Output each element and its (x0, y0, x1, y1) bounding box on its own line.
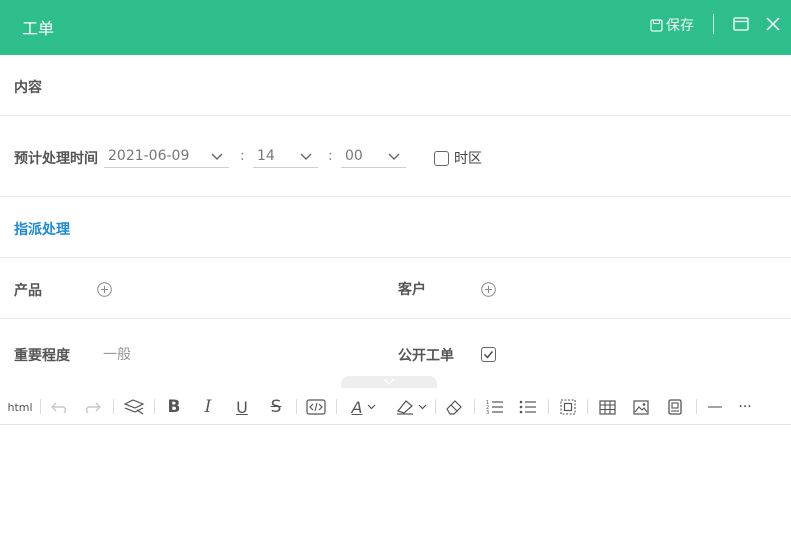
redo-button[interactable] (82, 397, 102, 417)
add-product-icon[interactable] (97, 282, 112, 297)
collapse-toggle[interactable] (341, 376, 437, 388)
font-color-icon: A (351, 397, 363, 417)
eraser-icon (446, 400, 462, 415)
chevron-down-icon (418, 404, 427, 410)
toolbar-divider (696, 399, 697, 414)
video-icon (668, 399, 682, 415)
table-icon (598, 399, 616, 415)
close-icon[interactable] (765, 16, 781, 32)
minute-select[interactable]: 00 (341, 144, 406, 168)
editor-toolbar: html B I U S A 123 ··· (0, 388, 791, 425)
video-button[interactable] (664, 397, 686, 417)
minute-value: 00 (345, 148, 363, 164)
maximize-icon[interactable] (733, 17, 749, 31)
highlight-icon (396, 400, 413, 415)
image-button[interactable] (630, 397, 652, 417)
hour-select[interactable]: 14 (253, 144, 318, 168)
schedule-row: 预计处理时间 2021-06-09 : 14 : 00 时区 (0, 116, 791, 197)
toolbar-divider (296, 399, 297, 414)
unordered-list-icon (519, 400, 536, 414)
content-row: 内容 (0, 55, 791, 116)
time-separator: : (328, 148, 333, 164)
toolbar-divider (474, 399, 475, 414)
toolbar-divider (154, 399, 155, 414)
font-color-button[interactable]: A (347, 397, 381, 417)
hour-value: 14 (257, 148, 275, 164)
public-label: 公开工单 (398, 348, 454, 364)
strikethrough-button[interactable]: S (265, 397, 287, 417)
more-button[interactable]: ··· (734, 397, 756, 417)
product-customer-row: 产品 客户 (0, 258, 791, 319)
clear-format-button[interactable] (122, 397, 146, 417)
svg-text:3: 3 (486, 410, 489, 415)
chevron-down-icon (383, 378, 395, 386)
italic-button[interactable]: I (197, 397, 219, 417)
save-label: 保存 (666, 18, 694, 34)
date-value: 2021-06-09 (108, 148, 190, 164)
save-icon (650, 18, 663, 32)
html-mode-label: html (7, 400, 33, 414)
check-icon (484, 351, 494, 359)
timezone-label: 时区 (454, 151, 482, 167)
html-mode-button[interactable]: html (7, 397, 33, 417)
code-button[interactable] (305, 397, 327, 417)
horizontal-rule-icon (708, 406, 722, 408)
ordered-list-icon: 123 (486, 400, 503, 415)
undo-button[interactable] (50, 397, 70, 417)
content-label: 内容 (14, 80, 42, 96)
toolbar-divider (336, 399, 337, 414)
select-all-button[interactable] (557, 397, 579, 417)
underline-button[interactable]: U (231, 397, 253, 417)
eraser-button[interactable] (443, 397, 465, 417)
public-checkbox[interactable] (481, 347, 496, 362)
toolbar-divider (587, 399, 588, 414)
add-customer-icon[interactable] (481, 282, 496, 297)
priority-label: 重要程度 (14, 348, 70, 364)
product-label: 产品 (14, 283, 42, 299)
priority-value[interactable]: 一般 (103, 344, 131, 364)
customer-label: 客户 (398, 282, 426, 298)
table-button[interactable] (596, 397, 618, 417)
date-select[interactable]: 2021-06-09 (104, 144, 229, 168)
toolbar-divider (40, 399, 41, 414)
chevron-down-icon (388, 153, 400, 160)
schedule-label: 预计处理时间 (14, 151, 98, 167)
select-all-icon (560, 399, 576, 415)
assign-row: 指派处理 (0, 197, 791, 258)
timezone-checkbox[interactable] (434, 151, 449, 166)
dialog-header: 工单 保存 (0, 0, 791, 55)
editor-content[interactable] (0, 426, 791, 552)
chevron-down-icon (300, 153, 312, 160)
toolbar-divider (435, 399, 436, 414)
highlight-button[interactable] (393, 397, 429, 417)
header-divider (713, 14, 714, 34)
dialog-title: 工单 (22, 19, 55, 38)
redo-icon (86, 402, 101, 414)
chevron-down-icon (211, 153, 223, 160)
horizontal-rule-button[interactable] (704, 397, 726, 417)
time-separator: : (240, 148, 245, 164)
toolbar-divider (113, 399, 114, 414)
clear-format-icon (123, 399, 145, 415)
toolbar-divider (548, 399, 549, 414)
save-button[interactable]: 保存 (650, 15, 694, 35)
assign-link[interactable]: 指派处理 (14, 219, 70, 239)
chevron-down-icon (368, 404, 376, 410)
code-icon (306, 399, 326, 415)
ordered-list-button[interactable]: 123 (484, 397, 506, 417)
undo-icon (51, 402, 66, 414)
image-icon (633, 399, 649, 415)
unordered-list-button[interactable] (517, 397, 539, 417)
bold-button[interactable]: B (163, 397, 185, 417)
